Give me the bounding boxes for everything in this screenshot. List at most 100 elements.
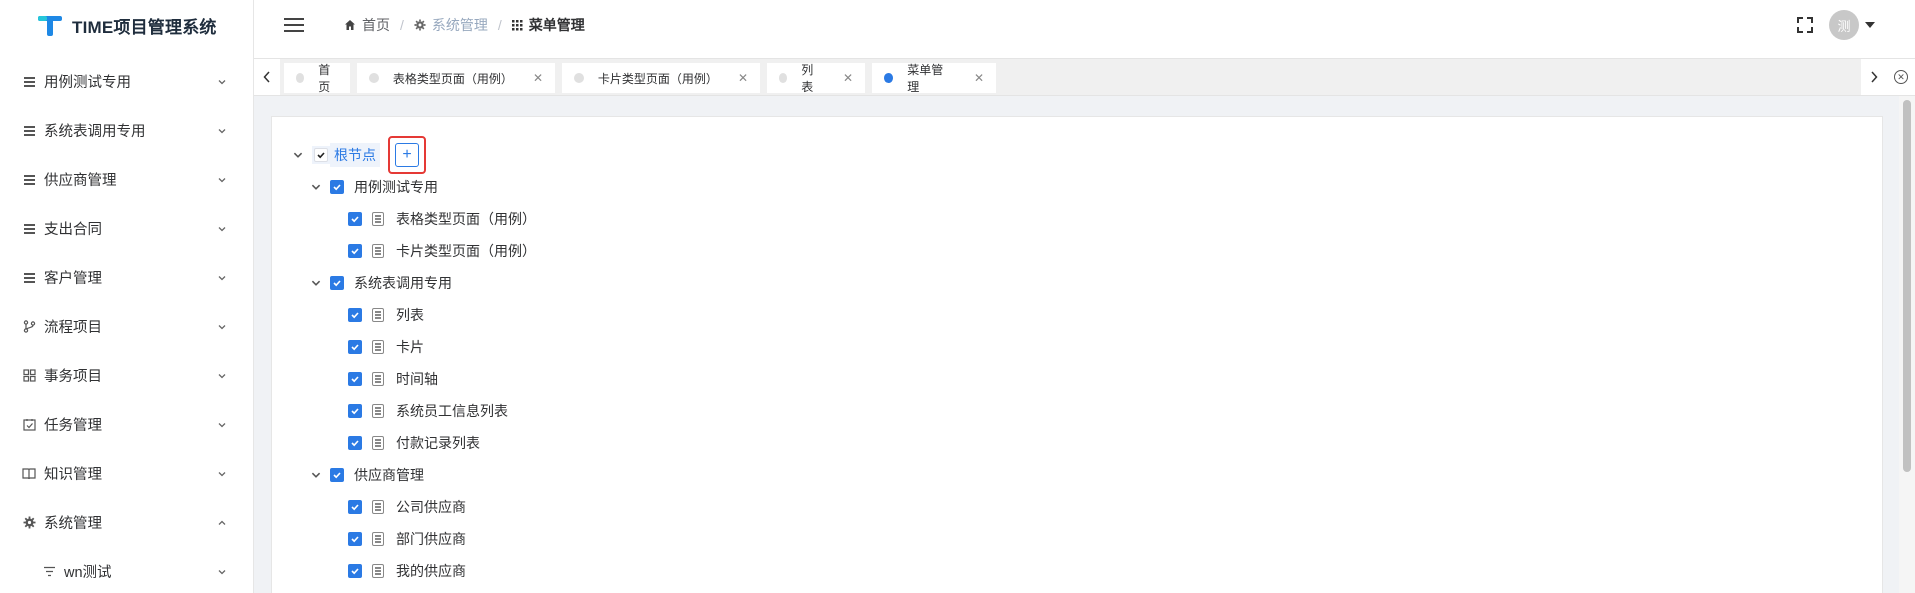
- chevron-down-icon: [218, 422, 226, 427]
- tab-dot-icon: [884, 73, 894, 83]
- document-icon: [372, 436, 384, 450]
- tree-node-label: 供应商管理: [354, 467, 424, 483]
- sidebar-item-knowledge[interactable]: 知识管理: [0, 449, 253, 498]
- tree-checkbox[interactable]: [348, 564, 362, 578]
- document-icon: [372, 212, 384, 226]
- tree-checkbox[interactable]: [330, 276, 344, 290]
- close-icon[interactable]: ✕: [533, 71, 543, 85]
- tree-node-leaf[interactable]: 系统员工信息列表: [292, 395, 536, 427]
- filter-icon: [42, 565, 56, 579]
- breadcrumb-home[interactable]: 首页: [344, 15, 390, 35]
- menu-lines-icon: [22, 75, 36, 89]
- close-icon[interactable]: ✕: [738, 71, 748, 85]
- tree-node-leaf[interactable]: 我的供应商: [292, 555, 536, 587]
- chevron-down-icon[interactable]: [310, 181, 322, 193]
- sidebar-item-customer[interactable]: 客户管理: [0, 253, 253, 302]
- tree-checkbox[interactable]: [348, 340, 362, 354]
- tree-node-group[interactable]: 供应商管理: [292, 459, 536, 491]
- sidebar-item-expense-contract[interactable]: 支出合同: [0, 204, 253, 253]
- grid-icon: [22, 369, 36, 383]
- tree-node-label: 卡片: [396, 339, 424, 355]
- sidebar-item-supplier[interactable]: 供应商管理: [0, 155, 253, 204]
- tree-checkbox[interactable]: [348, 404, 362, 418]
- tab-home[interactable]: 首页: [284, 63, 350, 94]
- tree-checkbox[interactable]: [348, 532, 362, 546]
- tree-node-leaf[interactable]: 表格类型页面（用例）: [292, 203, 536, 235]
- tree-checkbox[interactable]: [348, 244, 362, 258]
- chevron-down-icon: [218, 373, 226, 378]
- chevron-down-icon[interactable]: [310, 277, 322, 289]
- sidebar-item-affairs-project[interactable]: 事务项目: [0, 351, 253, 400]
- tree-node-leaf[interactable]: 时间轴: [292, 363, 536, 395]
- document-icon: [372, 340, 384, 354]
- sidebar-item-task[interactable]: 任务管理: [0, 400, 253, 449]
- gear-icon: [22, 516, 36, 530]
- breadcrumb-label: 系统管理: [431, 17, 488, 33]
- tree-checkbox[interactable]: [348, 372, 362, 386]
- tab-menu-management[interactable]: 菜单管理 ✕: [872, 63, 996, 94]
- menu-lines-icon: [22, 271, 36, 285]
- home-icon: [345, 20, 355, 30]
- tree-checkbox[interactable]: [348, 308, 362, 322]
- tree-checkbox[interactable]: [330, 468, 344, 482]
- tree-node-leaf[interactable]: 付款记录列表: [292, 427, 536, 459]
- tab-table-page[interactable]: 表格类型页面（用例） ✕: [357, 63, 555, 93]
- document-icon: [372, 308, 384, 322]
- chevron-down-icon: [218, 79, 226, 84]
- gear-icon: [414, 19, 426, 31]
- close-all-tabs-button[interactable]: ✕: [1887, 59, 1915, 95]
- sidebar-item-system-management[interactable]: 系统管理: [0, 498, 253, 547]
- breadcrumb-separator: /: [400, 17, 404, 33]
- avatar[interactable]: 测: [1829, 10, 1859, 40]
- book-icon: [22, 467, 36, 481]
- document-icon: [372, 244, 384, 258]
- sidebar-item-label: 系统管理: [44, 516, 102, 532]
- tree-node-leaf[interactable]: 部门供应商: [292, 523, 536, 555]
- chevron-right-icon: [1871, 71, 1878, 83]
- tab-dot-icon: [574, 73, 584, 83]
- chevron-down-icon: [218, 226, 226, 231]
- tree-checkbox[interactable]: [314, 148, 328, 162]
- tree-checkbox[interactable]: [348, 212, 362, 226]
- tree-node-leaf[interactable]: 卡片: [292, 331, 536, 363]
- tree-node-leaf[interactable]: 卡片类型页面（用例）: [292, 235, 536, 267]
- caret-down-icon[interactable]: [1865, 22, 1875, 28]
- tree-node-label[interactable]: 根节点: [330, 143, 380, 167]
- tabs-scroll-right-button[interactable]: [1861, 59, 1887, 95]
- breadcrumb-menu-management: 菜单管理: [511, 15, 585, 35]
- tree-checkbox[interactable]: [330, 180, 344, 194]
- tree-node-label: 卡片类型页面（用例）: [396, 243, 536, 259]
- chevron-down-icon[interactable]: [310, 469, 322, 481]
- sidebar-item-workflow-project[interactable]: 流程项目: [0, 302, 253, 351]
- chevron-down-icon[interactable]: [292, 149, 304, 161]
- tree-node-label: 部门供应商: [396, 531, 466, 547]
- tree-node-group[interactable]: 系统表调用专用: [292, 267, 536, 299]
- vertical-scrollbar[interactable]: [1899, 96, 1915, 593]
- root-checkbox-wrap: [312, 146, 330, 164]
- tree-node-root[interactable]: 根节点 +: [292, 136, 536, 174]
- tree-node-label: 列表: [396, 307, 424, 323]
- tree-node-leaf[interactable]: 公司供应商: [292, 491, 536, 523]
- tree-checkbox[interactable]: [348, 500, 362, 514]
- fullscreen-icon[interactable]: [1797, 17, 1813, 33]
- close-icon[interactable]: ✕: [974, 71, 984, 85]
- document-icon: [372, 532, 384, 546]
- tab-list[interactable]: 列表 ✕: [767, 63, 865, 94]
- tree-node-group[interactable]: 用例测试专用: [292, 171, 536, 203]
- tree-node-leaf[interactable]: 列表: [292, 299, 536, 331]
- chevron-down-icon: [218, 569, 226, 574]
- scrollbar-thumb[interactable]: [1903, 100, 1911, 472]
- tab-label: 菜单管理: [907, 63, 944, 94]
- app-logo[interactable]: TIME项目管理系统: [0, 0, 253, 50]
- sidebar-item-use-case-test[interactable]: 用例测试专用: [0, 57, 253, 106]
- close-icon[interactable]: ✕: [843, 71, 853, 85]
- sidebar-item-system-table[interactable]: 系统表调用专用: [0, 106, 253, 155]
- tab-card-page[interactable]: 卡片类型页面（用例） ✕: [562, 63, 760, 93]
- add-node-button[interactable]: +: [395, 143, 419, 167]
- tree-checkbox[interactable]: [348, 436, 362, 450]
- hamburger-menu-icon[interactable]: [284, 18, 304, 32]
- sidebar-item-wn-test[interactable]: wn测试: [0, 547, 253, 593]
- app-title: TIME项目管理系统: [72, 17, 217, 37]
- tree-node-label: 公司供应商: [396, 499, 466, 515]
- tabs-scroll-left-button[interactable]: [254, 59, 280, 95]
